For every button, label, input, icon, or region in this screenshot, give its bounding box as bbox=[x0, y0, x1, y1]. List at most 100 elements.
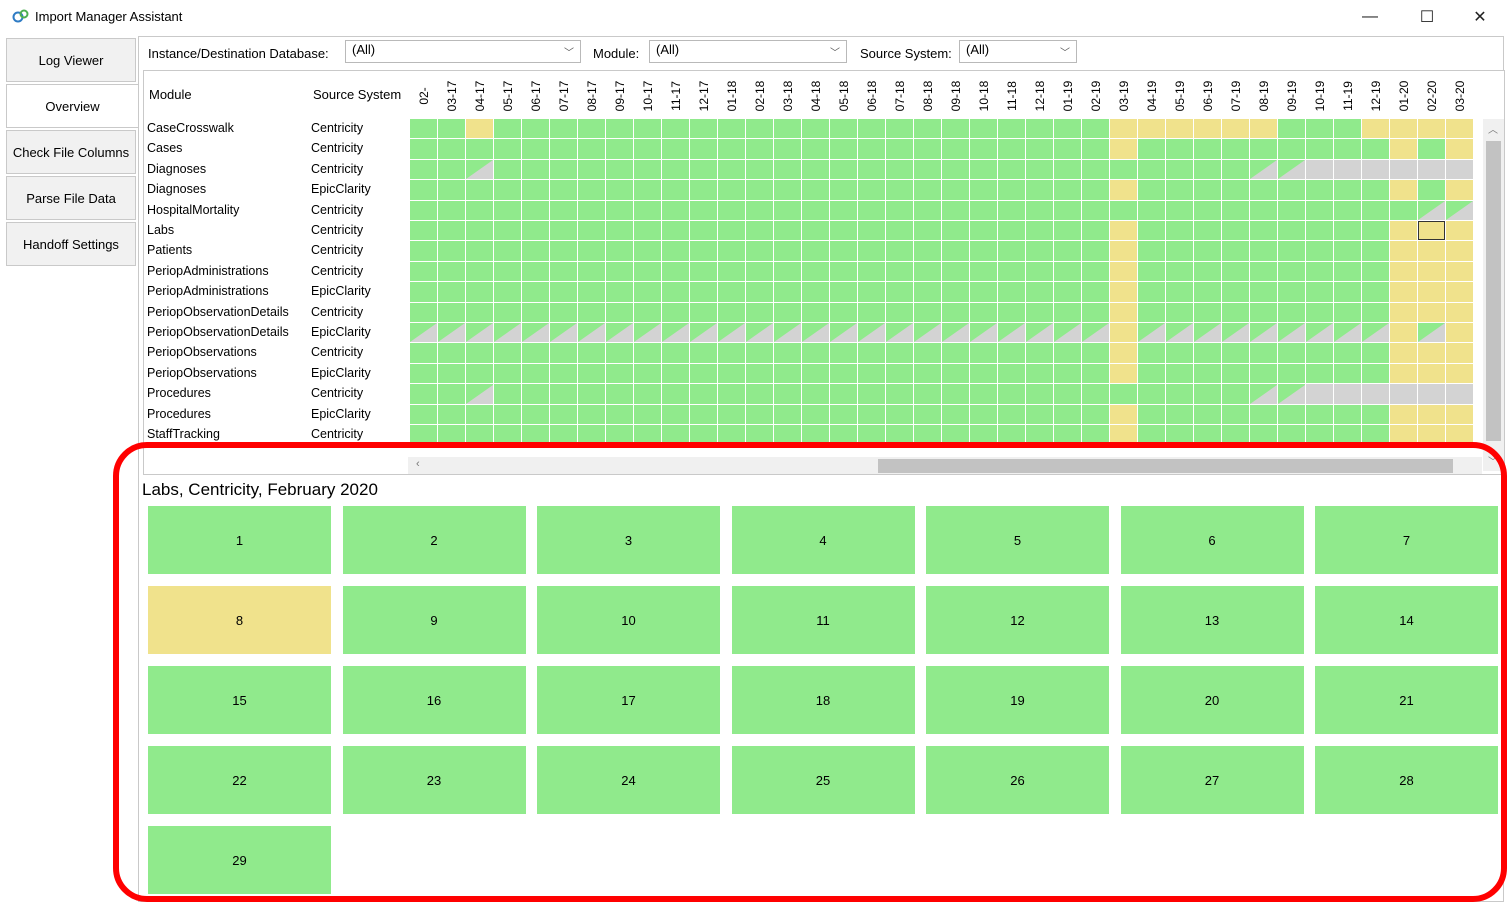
status-cell-ok[interactable] bbox=[998, 302, 1025, 322]
status-cell-ok[interactable] bbox=[1306, 200, 1333, 220]
status-cell-ok[interactable] bbox=[1194, 139, 1221, 159]
status-cell-ok[interactable] bbox=[494, 343, 521, 363]
status-cell-ok[interactable] bbox=[718, 241, 745, 261]
day-tile[interactable]: 9 bbox=[342, 586, 526, 654]
status-cell-ok[interactable] bbox=[1334, 282, 1361, 302]
status-cell-ok[interactable] bbox=[690, 302, 717, 322]
status-cell-ok[interactable] bbox=[1194, 180, 1221, 200]
sidebar-tab-overview[interactable]: Overview bbox=[6, 84, 139, 128]
day-tile[interactable]: 26 bbox=[926, 746, 1109, 814]
status-cell-ok[interactable] bbox=[942, 384, 969, 404]
status-cell-ok[interactable] bbox=[1362, 180, 1389, 200]
status-cell-ok[interactable] bbox=[1054, 343, 1081, 363]
status-cell-ok[interactable] bbox=[634, 241, 661, 261]
status-cell-ok[interactable] bbox=[1110, 384, 1137, 404]
status-cell-ok[interactable] bbox=[522, 302, 549, 322]
status-cell-ok[interactable] bbox=[858, 282, 885, 302]
status-cell-selected[interactable] bbox=[1418, 221, 1445, 241]
status-cell-partial[interactable] bbox=[522, 323, 549, 343]
status-cell-ok[interactable] bbox=[1054, 404, 1081, 424]
status-cell-ok[interactable] bbox=[410, 343, 437, 363]
status-cell-ok[interactable] bbox=[746, 200, 773, 220]
status-cell-ok[interactable] bbox=[1194, 221, 1221, 241]
status-cell-ok[interactable] bbox=[690, 363, 717, 384]
status-cell-ok[interactable] bbox=[634, 139, 661, 159]
status-cell-ok[interactable] bbox=[634, 282, 661, 302]
status-cell-ok[interactable] bbox=[942, 180, 969, 200]
status-cell-ok[interactable] bbox=[830, 425, 857, 445]
status-cell-ok[interactable] bbox=[522, 404, 549, 424]
status-cell-ok[interactable] bbox=[1278, 363, 1305, 384]
status-cell-ok[interactable] bbox=[1278, 343, 1305, 363]
status-cell-ok[interactable] bbox=[606, 180, 633, 200]
status-cell-partial[interactable] bbox=[1250, 384, 1277, 404]
status-cell-warning[interactable] bbox=[1390, 261, 1417, 282]
status-cell-ok[interactable] bbox=[718, 363, 745, 384]
status-cell-ok[interactable] bbox=[886, 221, 913, 241]
status-cell-partial[interactable] bbox=[1306, 323, 1333, 343]
status-cell-ok[interactable] bbox=[858, 159, 885, 180]
status-cell-ok[interactable] bbox=[438, 119, 465, 139]
status-cell-ok[interactable] bbox=[914, 404, 941, 424]
day-tile[interactable]: 28 bbox=[1315, 746, 1498, 814]
status-cell-ok[interactable] bbox=[1306, 180, 1333, 200]
status-cell-ok[interactable] bbox=[1334, 363, 1361, 384]
status-cell-ok[interactable] bbox=[914, 302, 941, 322]
status-cell-ok[interactable] bbox=[1194, 363, 1221, 384]
status-cell-ok[interactable] bbox=[606, 302, 633, 322]
status-cell-warning[interactable] bbox=[1418, 261, 1445, 282]
status-cell-ok[interactable] bbox=[718, 261, 745, 282]
status-cell-ok[interactable] bbox=[466, 404, 493, 424]
status-cell-ok[interactable] bbox=[886, 241, 913, 261]
vertical-scrollbar[interactable]: ︿ ﹀ bbox=[1483, 119, 1504, 471]
day-tile[interactable]: 1 bbox=[148, 506, 331, 574]
status-cell-ok[interactable] bbox=[466, 425, 493, 445]
status-cell-ok[interactable] bbox=[1166, 200, 1193, 220]
status-cell-ok[interactable] bbox=[1166, 302, 1193, 322]
status-cell-ok[interactable] bbox=[830, 180, 857, 200]
status-cell-ok[interactable] bbox=[606, 343, 633, 363]
status-cell-ok[interactable] bbox=[886, 343, 913, 363]
status-cell-warning[interactable] bbox=[1390, 404, 1417, 424]
status-cell-ok[interactable] bbox=[438, 159, 465, 180]
status-cell-ok[interactable] bbox=[886, 159, 913, 180]
status-cell-warning[interactable] bbox=[1110, 261, 1137, 282]
status-cell-ok[interactable] bbox=[1138, 425, 1165, 445]
status-cell-ok[interactable] bbox=[1054, 282, 1081, 302]
status-cell-ok[interactable] bbox=[746, 119, 773, 139]
status-cell-partial[interactable] bbox=[1222, 323, 1249, 343]
status-cell-ok[interactable] bbox=[690, 241, 717, 261]
status-cell-ok[interactable] bbox=[438, 404, 465, 424]
status-cell-ok[interactable] bbox=[942, 119, 969, 139]
status-cell-ok[interactable] bbox=[494, 384, 521, 404]
status-cell-ok[interactable] bbox=[634, 159, 661, 180]
month-header[interactable]: 07-19 bbox=[1222, 73, 1250, 119]
month-header[interactable]: 05-17 bbox=[494, 73, 522, 119]
status-cell-ok[interactable] bbox=[1026, 261, 1053, 282]
status-cell-partial[interactable] bbox=[466, 384, 493, 404]
month-header[interactable]: 11-19 bbox=[1334, 73, 1362, 119]
status-cell-ok[interactable] bbox=[1250, 363, 1277, 384]
status-cell-ok[interactable] bbox=[1082, 363, 1109, 384]
status-cell-ok[interactable] bbox=[914, 343, 941, 363]
status-cell-ok[interactable] bbox=[1026, 119, 1053, 139]
status-cell-ok[interactable] bbox=[830, 343, 857, 363]
status-cell-ok[interactable] bbox=[886, 261, 913, 282]
status-cell-ok[interactable] bbox=[970, 180, 997, 200]
status-cell-ok[interactable] bbox=[858, 200, 885, 220]
status-cell-ok[interactable] bbox=[998, 221, 1025, 241]
status-cell-ok[interactable] bbox=[858, 139, 885, 159]
status-cell-warning[interactable] bbox=[1110, 404, 1137, 424]
status-cell-ok[interactable] bbox=[1362, 425, 1389, 445]
status-cell-ok[interactable] bbox=[886, 282, 913, 302]
status-cell-warning[interactable] bbox=[1390, 119, 1417, 139]
status-cell-ok[interactable] bbox=[662, 302, 689, 322]
status-cell-partial[interactable] bbox=[466, 159, 493, 180]
status-cell-ok[interactable] bbox=[858, 384, 885, 404]
status-cell-ok[interactable] bbox=[1418, 180, 1445, 200]
status-cell-ok[interactable] bbox=[1306, 404, 1333, 424]
status-cell-ok[interactable] bbox=[578, 404, 605, 424]
status-cell-ok[interactable] bbox=[1026, 139, 1053, 159]
status-cell-ok[interactable] bbox=[1362, 282, 1389, 302]
status-cell-ok[interactable] bbox=[1222, 302, 1249, 322]
